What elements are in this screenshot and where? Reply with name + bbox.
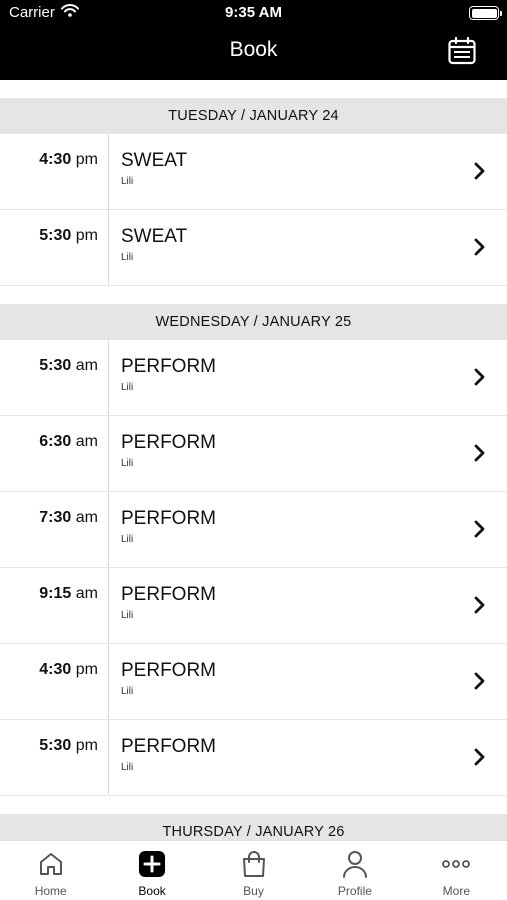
class-time-value: 6:30 [39, 433, 72, 450]
tab-home[interactable]: Home [0, 841, 101, 900]
class-time-value: 5:30 [39, 737, 72, 754]
class-time-value: 4:30 [39, 661, 72, 678]
class-row[interactable]: 9:15 am PERFORM Lili [0, 568, 507, 644]
instructor-name: Lili [121, 686, 134, 697]
class-name: PERFORM [121, 584, 216, 605]
instructor-name: Lili [121, 534, 134, 545]
class-time-value: 5:30 [39, 357, 72, 374]
day-header: TUESDAY / JANUARY 24 [0, 98, 507, 134]
class-time: 5:30 pm [0, 720, 109, 795]
battery-icon [469, 6, 502, 20]
shopping-bag-icon [240, 850, 268, 878]
class-info: PERFORM Lili [109, 644, 507, 719]
chevron-right-icon[interactable] [473, 671, 487, 691]
class-info: SWEAT Lili [109, 210, 507, 285]
class-time-ampm: am [75, 433, 98, 450]
calendar-button[interactable] [445, 36, 479, 70]
more-dots-icon [442, 850, 471, 878]
instructor-name: Lili [121, 382, 134, 393]
app-header: Carrier 9:35 AM Book [0, 0, 507, 80]
instructor-name: Lili [121, 176, 134, 187]
tab-label: Buy [243, 884, 264, 898]
class-time-ampm: am [75, 357, 98, 374]
page-title: Book [229, 38, 278, 61]
tab-bar: Home Book Buy Profile More [0, 840, 507, 900]
class-time-value: 4:30 [39, 151, 72, 168]
class-info: PERFORM Lili [109, 340, 507, 415]
class-name: PERFORM [121, 736, 216, 757]
class-time-ampm: pm [75, 737, 98, 754]
class-time: 9:15 am [0, 568, 109, 643]
class-time-value: 9:15 [39, 585, 72, 602]
class-time-value: 7:30 [39, 509, 72, 526]
day-header: THURSDAY / JANUARY 26 [0, 814, 507, 840]
class-row[interactable]: 4:30 pm PERFORM Lili [0, 644, 507, 720]
tab-label: Book [138, 884, 166, 898]
class-info: PERFORM Lili [109, 416, 507, 491]
class-time: 5:30 am [0, 340, 109, 415]
class-row[interactable]: 5:30 pm SWEAT Lili [0, 210, 507, 286]
tab-label: Profile [337, 884, 372, 898]
home-icon [37, 850, 65, 878]
calendar-icon [447, 36, 477, 71]
chevron-right-icon[interactable] [473, 443, 487, 463]
class-name: SWEAT [121, 226, 188, 247]
class-info: PERFORM Lili [109, 492, 507, 567]
chevron-right-icon[interactable] [473, 237, 487, 257]
class-name: SWEAT [121, 150, 188, 171]
class-row[interactable]: 7:30 am PERFORM Lili [0, 492, 507, 568]
class-time: 4:30 pm [0, 644, 109, 719]
chevron-right-icon[interactable] [473, 161, 487, 181]
class-name: PERFORM [121, 660, 216, 681]
class-name: PERFORM [121, 356, 216, 377]
status-time: 9:35 AM [225, 4, 282, 21]
tab-label: Home [34, 884, 67, 898]
instructor-name: Lili [121, 610, 134, 621]
tab-buy[interactable]: Buy [203, 841, 304, 900]
chevron-right-icon[interactable] [473, 747, 487, 767]
day-header: WEDNESDAY / JANUARY 25 [0, 304, 507, 340]
chevron-right-icon[interactable] [473, 595, 487, 615]
class-row[interactable]: 6:30 am PERFORM Lili [0, 416, 507, 492]
class-name: PERFORM [121, 508, 216, 529]
class-row[interactable]: 4:30 pm SWEAT Lili [0, 134, 507, 210]
instructor-name: Lili [121, 458, 134, 469]
chevron-right-icon[interactable] [473, 519, 487, 539]
chevron-right-icon[interactable] [473, 367, 487, 387]
class-time-ampm: pm [75, 227, 98, 244]
class-info: SWEAT Lili [109, 134, 507, 209]
class-time: 5:30 pm [0, 210, 109, 285]
tab-book[interactable]: Book [101, 841, 202, 900]
class-time-value: 5:30 [39, 227, 72, 244]
class-time: 6:30 am [0, 416, 109, 491]
instructor-name: Lili [121, 762, 134, 773]
status-bar: Carrier 9:35 AM [0, 0, 507, 26]
class-time: 7:30 am [0, 492, 109, 567]
instructor-name: Lili [121, 252, 134, 263]
tab-label: More [442, 884, 470, 898]
class-time-ampm: am [75, 585, 98, 602]
class-time-ampm: pm [75, 151, 98, 168]
schedule-list[interactable]: TUESDAY / JANUARY 24 4:30 pm SWEAT Lili 5:30… [0, 80, 507, 840]
class-row[interactable]: 5:30 am PERFORM Lili [0, 340, 507, 416]
class-time-ampm: am [75, 509, 98, 526]
tab-more[interactable]: More [406, 841, 507, 900]
plus-square-icon [138, 850, 166, 878]
class-time-ampm: pm [75, 661, 98, 678]
class-row[interactable]: 5:30 pm PERFORM Lili [0, 720, 507, 796]
tab-profile[interactable]: Profile [304, 841, 405, 900]
class-time: 4:30 pm [0, 134, 109, 209]
class-info: PERFORM Lili [109, 720, 507, 795]
person-icon [341, 850, 369, 878]
class-name: PERFORM [121, 432, 216, 453]
class-info: PERFORM Lili [109, 568, 507, 643]
